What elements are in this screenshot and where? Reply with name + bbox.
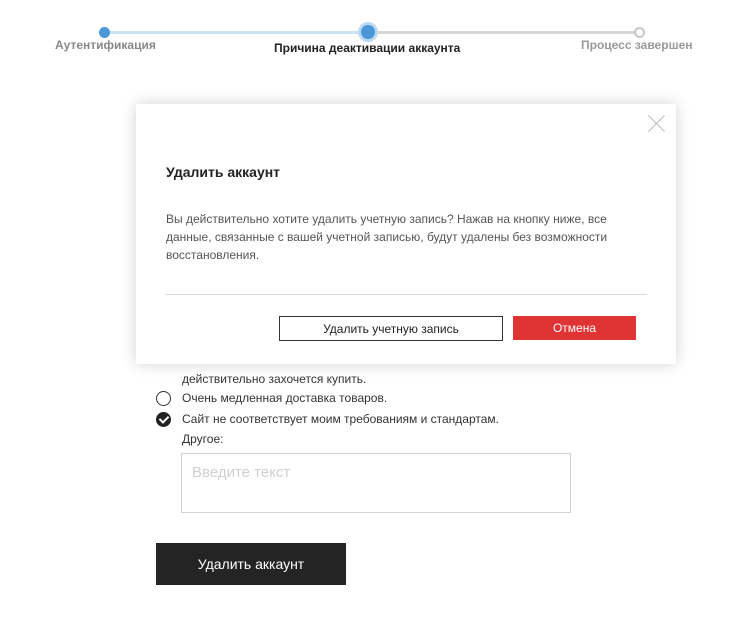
step-2-dot (358, 22, 378, 42)
modal-message: Вы действительно хотите удалить учетную … (166, 212, 608, 262)
modal-title: Удалить аккаунт (166, 164, 281, 180)
cancel-button[interactable]: Отмена (513, 316, 636, 340)
delete-account-modal: Удалить аккаунт Вы действительно хотите … (136, 104, 676, 364)
step-1-label: Аутентификация (55, 38, 156, 52)
other-reason-label: Другое: (182, 432, 224, 446)
reason-option-text-partial: действительно захочется купить. (182, 372, 367, 386)
reason-option-not-meet-standards[interactable]: Сайт не соответствует моим требованиям и… (156, 410, 499, 428)
confirm-delete-account-button[interactable]: Удалить учетную запись (279, 316, 503, 341)
close-icon[interactable] (648, 114, 666, 132)
step-progress-line-done (104, 31, 368, 34)
reason-option-label: Сайт не соответствует моим требованиям и… (182, 412, 500, 426)
step-3-label: Процесс завершен (581, 38, 693, 52)
delete-account-button[interactable]: Удалить аккаунт (156, 543, 346, 585)
radio-unchecked-icon[interactable] (156, 390, 171, 406)
reason-option-label: Очень медленная доставка товаров. (182, 391, 388, 405)
radio-checked-icon[interactable] (156, 411, 171, 427)
step-2-label: Причина деактивации аккаунта (274, 41, 461, 55)
other-reason-input[interactable] (181, 453, 571, 513)
modal-divider (166, 294, 647, 295)
reason-option-slow-delivery[interactable]: Очень медленная доставка товаров. (156, 389, 387, 407)
progress-stepper: Аутентификация Причина деактивации аккау… (0, 0, 737, 60)
step-progress-line-pending (368, 31, 639, 34)
step-1-dot (99, 27, 110, 38)
step-3-dot (634, 27, 645, 38)
